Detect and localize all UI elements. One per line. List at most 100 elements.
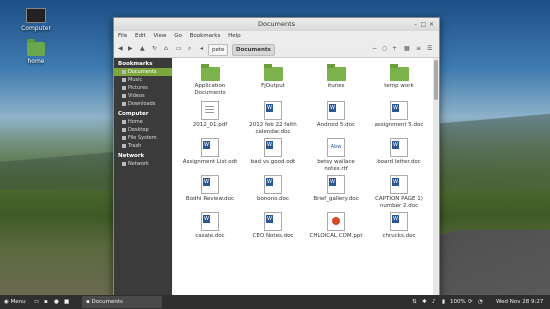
folder-item[interactable]: FjOutput xyxy=(242,64,304,90)
breadcrumb-back-icon[interactable]: ◂ xyxy=(200,44,203,54)
battery-tray-icon[interactable]: ▮ xyxy=(442,297,445,307)
file-item[interactable]: assignment 5.doc xyxy=(368,101,430,129)
sidebar-item-label: Home xyxy=(128,119,143,125)
sidebar-item-label: Desktop xyxy=(128,127,149,133)
file-item[interactable]: CAPTION PAGE 1) number 2.doc xyxy=(368,175,430,210)
show-desktop-icon[interactable]: ▭ xyxy=(34,297,39,307)
menu-bookmarks[interactable]: Bookmarks xyxy=(190,33,221,39)
sidebar-item-filesystem[interactable]: File System xyxy=(114,134,172,142)
folder-item[interactable]: Application Documents xyxy=(179,64,241,97)
folder-icon xyxy=(326,64,346,81)
icon-view-icon[interactable]: ▦ xyxy=(404,44,410,54)
bluetooth-tray-icon[interactable]: ✱ xyxy=(422,297,427,307)
sidebar-item-label: Music xyxy=(128,77,143,83)
sidebar-item-network[interactable]: Network xyxy=(114,160,172,168)
downloads-folder-icon xyxy=(122,101,126,106)
zoom-out-icon[interactable]: − xyxy=(372,44,377,54)
window-titlebar[interactable]: Documents – □ ✕ xyxy=(114,18,439,31)
folder-icon xyxy=(263,64,283,81)
file-name: temp work xyxy=(384,83,414,89)
file-item[interactable]: CEO Notes.doc xyxy=(242,212,304,240)
folder-icon xyxy=(122,69,126,74)
menu-button[interactable]: ◉ Menu xyxy=(4,297,26,307)
sidebar-item-pictures[interactable]: Pictures xyxy=(114,84,172,92)
zoom-in-icon[interactable]: + xyxy=(392,44,397,54)
menubar: File Edit View Go Bookmarks Help xyxy=(114,31,439,41)
sidebar-item-home[interactable]: Home xyxy=(114,118,172,126)
up-icon[interactable]: ▲ xyxy=(140,44,145,54)
volume-tray-icon[interactable]: ♪ xyxy=(432,297,436,307)
breadcrumb-documents[interactable]: Documents xyxy=(232,44,275,56)
wifi-tray-icon[interactable]: ◔ xyxy=(478,297,483,307)
browser-launcher-icon[interactable]: ● xyxy=(54,297,59,307)
file-item[interactable]: 2012_01.pdf xyxy=(179,101,241,129)
sidebar-item-downloads[interactable]: Downloads xyxy=(114,100,172,108)
computer-icon xyxy=(26,8,46,23)
menu-view[interactable]: View xyxy=(153,33,166,39)
computer-nav-icon[interactable]: ▭ xyxy=(176,44,182,54)
updates-tray-icon[interactable]: ⟳ xyxy=(468,297,473,307)
mint-menu-icon: ◉ xyxy=(4,299,9,305)
file-name: CEO Notes.doc xyxy=(252,233,294,239)
file-item[interactable]: Bodhi Review.doc xyxy=(179,175,241,203)
file-item[interactable]: CHLOICAL.COM.ppt xyxy=(305,212,367,240)
sidebar-item-trash[interactable]: Trash xyxy=(114,142,172,150)
file-item[interactable]: Abw betsy wallace notes.rtf xyxy=(305,138,367,173)
network-tray-icon[interactable]: ⇅ xyxy=(412,297,417,307)
file-item[interactable]: Brief_gallery.doc xyxy=(305,175,367,203)
menu-help[interactable]: Help xyxy=(228,33,241,39)
folder-item[interactable]: itunes xyxy=(305,64,367,90)
vertical-scrollbar[interactable] xyxy=(433,58,439,296)
file-item[interactable]: casale.doc xyxy=(179,212,241,240)
reload-icon[interactable]: ↻ xyxy=(152,44,157,54)
terminal-launcher-icon[interactable]: ▪ xyxy=(44,297,48,307)
file-item[interactable]: Assignment List.odt xyxy=(179,138,241,166)
sidebar-item-documents[interactable]: Documents xyxy=(114,68,172,76)
forward-icon[interactable]: ▶ xyxy=(128,44,133,54)
sidebar-item-desktop[interactable]: Desktop xyxy=(114,126,172,134)
sidebar-item-label: File System xyxy=(128,135,157,141)
minimize-icon[interactable]: – xyxy=(412,21,419,28)
list-view-icon[interactable]: ≡ xyxy=(416,44,421,54)
doc-icon xyxy=(201,138,219,157)
file-item[interactable]: Android 5.doc xyxy=(305,101,367,129)
file-item[interactable]: board letter.doc xyxy=(368,138,430,166)
menu-edit[interactable]: Edit xyxy=(135,33,146,39)
file-item[interactable]: chrucks.doc xyxy=(368,212,430,240)
home-folder-icon xyxy=(27,39,45,56)
desktop-home[interactable]: home xyxy=(11,39,61,65)
sidebar-item-music[interactable]: Music xyxy=(114,76,172,84)
breadcrumb-pete[interactable]: pete xyxy=(208,44,229,56)
back-icon[interactable]: ◀ xyxy=(118,44,123,54)
doc-icon xyxy=(264,101,282,120)
search-icon[interactable]: ⌕ xyxy=(188,44,191,54)
file-manager-window: Documents – □ ✕ File Edit View Go Bookma… xyxy=(113,17,440,297)
file-item[interactable]: bonono.doc xyxy=(242,175,304,203)
compact-view-icon[interactable]: ☰ xyxy=(427,44,432,54)
home-icon[interactable]: ⌂ xyxy=(164,44,168,54)
file-name: casale.doc xyxy=(195,233,225,239)
file-name: bad vs good.odt xyxy=(250,159,296,165)
maximize-icon[interactable]: □ xyxy=(420,21,427,28)
file-item[interactable]: 2012 feb 22 faith calendar.doc xyxy=(242,101,304,136)
menu-go[interactable]: Go xyxy=(174,33,182,39)
file-name: bonono.doc xyxy=(256,196,290,202)
file-name: chrucks.doc xyxy=(382,233,416,239)
sidebar-item-label: Videos xyxy=(128,93,145,99)
sidebar-computer-header: Computer xyxy=(118,111,149,117)
taskbar-item-documents[interactable]: ▪ Documents xyxy=(82,296,162,308)
close-icon[interactable]: ✕ xyxy=(428,21,435,28)
clock[interactable]: Wed Nov 28 9:27 xyxy=(496,297,543,307)
menu-file[interactable]: File xyxy=(118,33,127,39)
folder-item[interactable]: temp work xyxy=(368,64,430,90)
folder-icon xyxy=(200,64,220,81)
sidebar-item-videos[interactable]: Videos xyxy=(114,92,172,100)
sidebar-network-header: Network xyxy=(118,153,145,159)
zoom-reset-icon[interactable]: ○ xyxy=(382,44,387,54)
files-launcher-icon[interactable]: ■ xyxy=(64,297,69,307)
scrollbar-thumb[interactable] xyxy=(434,60,438,100)
file-item[interactable]: bad vs good.odt xyxy=(242,138,304,166)
desktop-computer[interactable]: Computer xyxy=(11,8,61,32)
file-name: Android 5.doc xyxy=(316,122,356,128)
trash-icon xyxy=(122,143,126,148)
